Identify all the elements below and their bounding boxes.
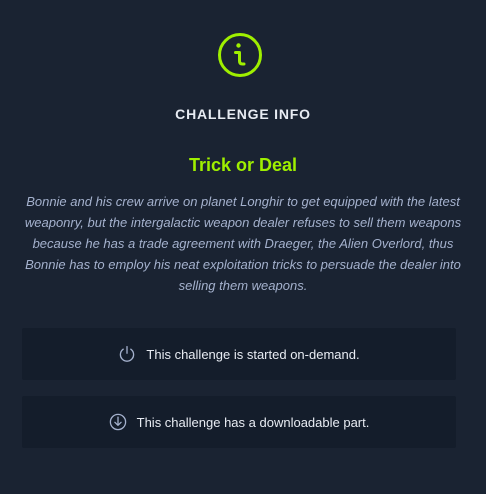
download-info-card: This challenge has a downloadable part. bbox=[22, 396, 456, 448]
challenge-description: Bonnie and his crew arrive on planet Lon… bbox=[24, 194, 462, 293]
info-icon bbox=[218, 33, 262, 77]
challenge-info-modal: CHALLENGE INFO Trick or Deal Bonnie and … bbox=[0, 0, 486, 494]
challenge-name: Trick or Deal bbox=[188, 155, 298, 175]
on-demand-info-card: This challenge is started on-demand. bbox=[22, 328, 456, 380]
on-demand-text: This challenge is started on-demand. bbox=[146, 346, 360, 362]
power-icon bbox=[120, 345, 135, 362]
download-icon bbox=[109, 413, 126, 431]
downloadable-text: This challenge has a downloadable part. bbox=[136, 414, 370, 430]
modal-title: CHALLENGE INFO bbox=[175, 106, 311, 122]
